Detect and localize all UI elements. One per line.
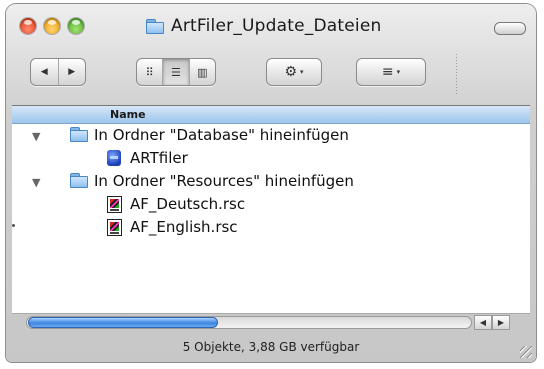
window-edge-marker [12,224,15,227]
status-text: 5 Objekte, 3,88 GB verfügbar [182,340,360,354]
folder-icon [146,18,164,34]
action-menu-cell: ⚙ ▾ [267,59,321,85]
list-item[interactable]: ARTfiler [12,147,530,170]
close-button[interactable] [20,18,36,34]
list-item-label: In Ordner "Database" hineinfügen [94,126,349,144]
columns-icon: ▥ [197,65,208,79]
application-icon [107,150,121,166]
file-list: Name ▼ In Ordner "Database" hineinfügen … [12,105,530,314]
finder-window: ArtFiler_Update_Dateien ◀ ▶ ⠿ ☰ ▥ ⚙ ▾ ≡ … [6,4,536,362]
resize-grip-icon[interactable] [520,346,532,358]
toolbar-toggle-button[interactable] [494,22,526,35]
view-mode-buttons: ⠿ ☰ ▥ [136,58,216,86]
list-item[interactable]: AF_Deutsch.rsc [12,193,530,216]
arrange-icon: ≡ [381,64,394,80]
list-item-label: ARTfiler [130,149,188,167]
list-icon: ☰ [171,65,181,79]
scroll-left-button[interactable]: ◀ [474,315,492,330]
arrange-menu-button[interactable]: ≡ ▾ [356,58,426,86]
column-view-button[interactable]: ▥ [190,59,215,85]
resource-file-icon [107,219,122,236]
forward-arrow-icon: ▶ [68,67,76,77]
disclosure-triangle-icon[interactable]: ▼ [32,176,40,189]
list-item[interactable]: ▼ In Ordner "Database" hineinfügen [12,124,530,147]
scroll-arrows: ◀ ▶ [474,315,524,330]
nav-buttons: ◀ ▶ [30,58,86,86]
list-item-label: In Ordner "Resources" hineinfügen [94,172,354,190]
back-button[interactable]: ◀ [31,59,59,85]
chevron-down-icon: ▾ [300,68,304,76]
folder-icon [70,127,88,142]
list-item-label: AF_English.rsc [130,218,238,236]
back-arrow-icon: ◀ [40,67,48,77]
folder-icon [70,173,88,188]
scroll-thumb[interactable] [28,317,218,328]
resource-file-icon [107,196,122,213]
arrange-menu-cell: ≡ ▾ [357,59,425,85]
list-item-label: AF_Deutsch.rsc [130,195,246,213]
action-menu-button[interactable]: ⚙ ▾ [266,58,322,86]
left-arrow-icon: ◀ [479,318,487,327]
list-item[interactable]: AF_English.rsc [12,216,530,239]
toolbar-separator [456,54,457,94]
right-arrow-icon: ▶ [497,318,505,327]
chevron-down-icon: ▾ [396,68,401,76]
list-item[interactable]: ▼ In Ordner "Resources" hineinfügen [12,170,530,193]
title-bar[interactable]: ArtFiler_Update_Dateien [6,4,536,50]
column-header-name[interactable]: Name [12,106,530,124]
icon-view-button[interactable]: ⠿ [137,59,164,85]
list-view-button[interactable]: ☰ [163,59,190,85]
gear-icon: ⚙ [284,64,298,80]
disclosure-triangle-icon[interactable]: ▼ [32,130,40,143]
toolbar: ◀ ▶ ⠿ ☰ ▥ ⚙ ▾ ≡ ▾ [6,54,536,94]
scroll-right-button[interactable]: ▶ [492,315,510,330]
window-title: ArtFiler_Update_Dateien [171,16,382,36]
window-title-group: ArtFiler_Update_Dateien [146,14,381,38]
horizontal-scrollbar[interactable]: ◀ ▶ [12,315,530,330]
icon-grid-icon: ⠿ [145,65,154,79]
minimize-button[interactable] [44,18,60,34]
status-bar: 5 Objekte, 3,88 GB verfügbar [6,332,536,362]
zoom-button[interactable] [68,18,84,34]
forward-button[interactable]: ▶ [59,59,86,85]
